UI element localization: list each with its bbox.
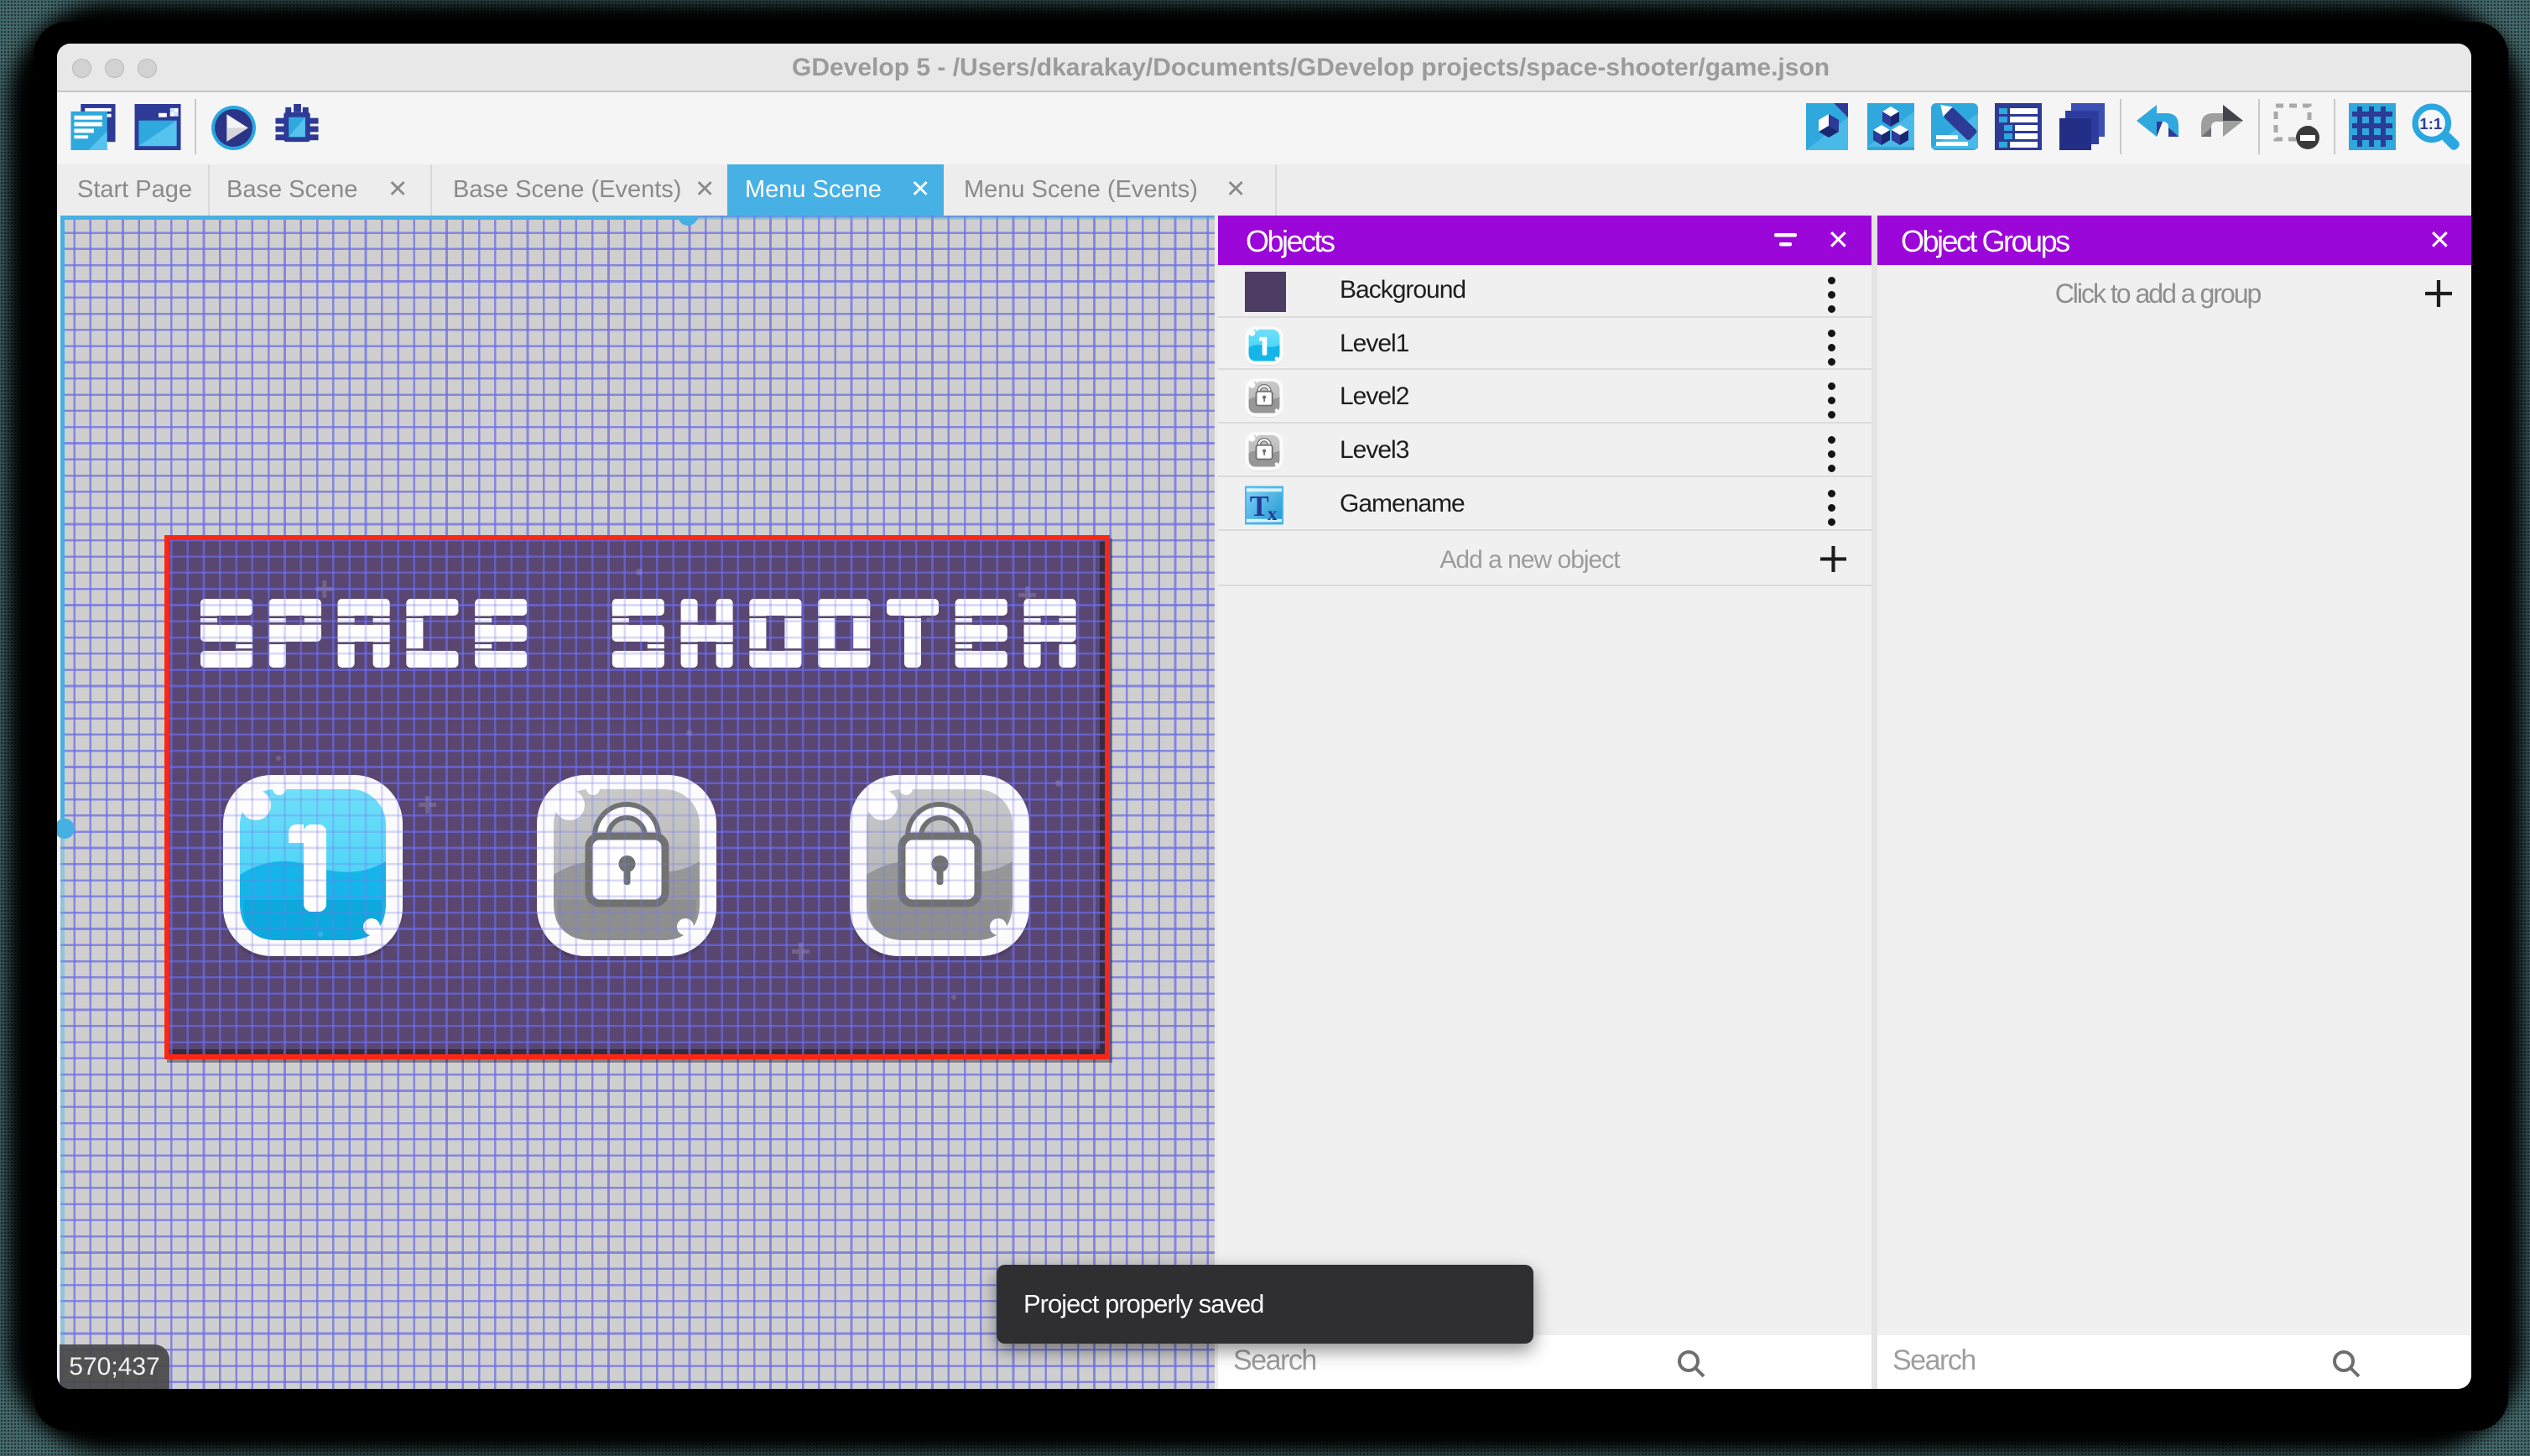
- svg-text:T: T: [1250, 491, 1269, 523]
- svg-text:x: x: [1268, 503, 1278, 524]
- svg-text:1:1: 1:1: [2419, 115, 2442, 133]
